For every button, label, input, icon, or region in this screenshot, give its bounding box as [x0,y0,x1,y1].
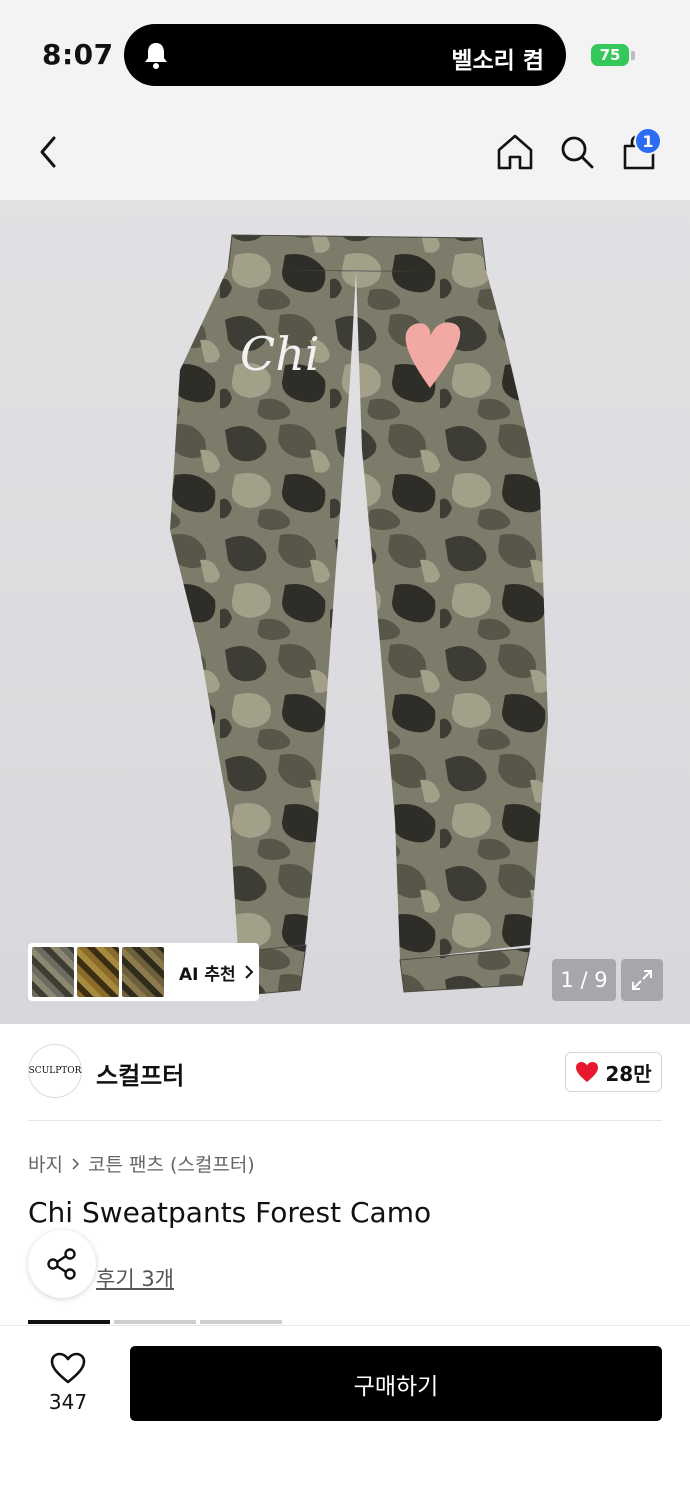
status-bar: 8:07 벨소리 켬 75 [0,0,690,110]
back-button[interactable] [26,130,70,174]
swatch-item[interactable] [200,1320,282,1324]
product-photo: Chi [170,234,548,996]
buy-button[interactable]: 구매하기 [130,1346,662,1421]
swatch-item[interactable] [114,1320,196,1324]
ai-recommend-label: AI 추천 [179,964,236,985]
brand-row[interactable]: SCULPTOR 스컬프터 28만 [28,1044,662,1100]
ringer-status: 벨소리 켬 [451,48,544,74]
ai-recommend-button[interactable]: AI 추천 [28,943,259,1001]
battery-indicator: 75 [591,44,629,66]
divider [28,1120,662,1121]
heart-icon [576,1062,599,1082]
swatch-item[interactable] [28,1320,110,1324]
status-time: 8:07 [42,38,114,71]
review-link[interactable]: 후기 3개 [96,1263,174,1293]
wishlist-count: 347 [48,1390,88,1414]
chevron-right-icon [72,1157,80,1170]
product-image-gallery[interactable]: Chi [0,200,690,1024]
breadcrumb: 바지 코튼 팬츠 (스컬프터) [28,1150,255,1177]
search-icon [561,136,594,169]
home-icon [497,134,533,170]
brand-name[interactable]: 스컬프터 [96,1056,184,1091]
brand-like-button[interactable]: 28만 [565,1052,662,1092]
chevron-right-icon [244,965,254,979]
share-icon [47,1248,76,1280]
brand-logo: SCULPTOR [28,1044,82,1098]
expand-icon [632,970,652,990]
product-title: Chi Sweatpants Forest Camo [28,1196,432,1229]
ai-thumb [32,947,74,997]
bottom-action-bar: 347 구매하기 [0,1325,690,1500]
chi-script-logo: Chi [240,327,320,381]
breadcrumb-item-subcategory[interactable]: 코튼 팬츠 (스컬프터) [88,1150,255,1177]
ai-thumb [77,947,119,997]
search-button[interactable] [555,130,599,174]
dynamic-island: 벨소리 켬 [124,24,566,86]
brand-like-count: 28만 [605,1061,652,1086]
expand-button[interactable] [621,959,663,1001]
cart-count-badge: 1 [634,127,662,155]
color-swatch-strip[interactable] [28,1320,288,1324]
share-button[interactable] [28,1230,96,1298]
wishlist-button[interactable]: 347 [28,1352,108,1422]
ai-thumb [122,947,164,997]
breadcrumb-item-category[interactable]: 바지 [28,1150,63,1177]
home-button[interactable] [493,130,537,174]
nav-bar [0,110,690,200]
heart-outline-icon [50,1352,86,1384]
image-counter: 1 / 9 [552,959,616,1001]
battery-tip [631,51,635,60]
bell-icon [145,43,167,69]
chevron-left-icon [40,136,56,168]
